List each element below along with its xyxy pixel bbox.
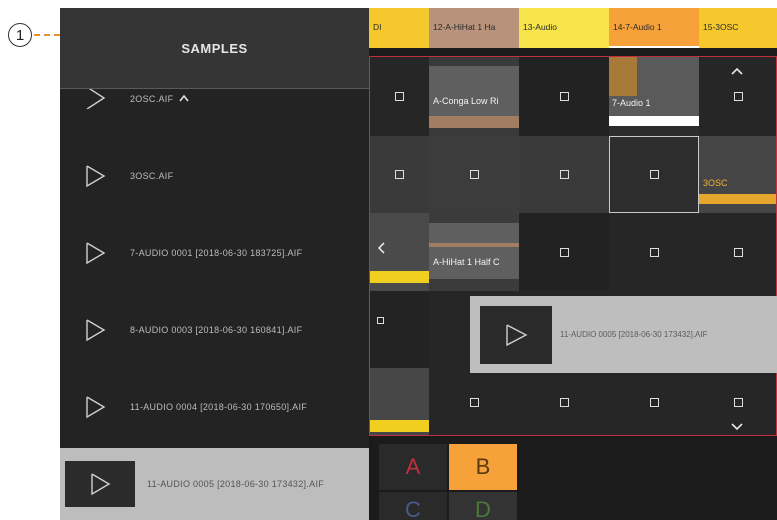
scene-button-a[interactable]: A [379,444,447,490]
track-header[interactable]: DI [369,8,429,48]
sample-label: 2OSC.AIF [130,94,174,104]
sample-item[interactable]: 8-AUDIO 0003 [2018-06-30 160841].AIF [60,300,369,360]
sample-item-selected[interactable]: 11-AUDIO 0005 [2018-06-30 173432].AIF [60,448,369,520]
sample-item[interactable]: 3OSC.AIF [60,146,369,206]
track-header[interactable]: 15-3OSC [699,8,777,48]
play-icon[interactable] [65,461,135,507]
samples-panel: SAMPLES 2OSC.AIF 3OSC.AIF 7-AUDIO 0001 [… [60,8,369,520]
sample-label: 7-AUDIO 0001 [2018-06-30 183725].AIF [130,248,303,258]
track-header[interactable]: 13-Audio [519,8,609,48]
drag-sample-label: 11-AUDIO 0005 [2018-06-30 173432].AIF [560,330,708,339]
sample-label: 3OSC.AIF [130,171,174,181]
sample-label: 8-AUDIO 0003 [2018-06-30 160841].AIF [130,325,303,335]
scene-button-b[interactable]: B [449,444,517,490]
callout-number: 1 [8,23,32,47]
sample-item[interactable]: 11-AUDIO 0004 [2018-06-30 170650].AIF [60,377,369,437]
chevron-up-icon[interactable] [179,94,190,104]
session-grid: DI 12-A-HiHat 1 Ha 13-Audio 14-7-Audio 1… [369,8,777,520]
sample-item[interactable]: 2OSC.AIF [60,89,369,109]
sample-label: 11-AUDIO 0004 [2018-06-30 170650].AIF [130,402,308,412]
scene-button-d[interactable]: D [449,492,517,520]
track-header[interactable]: 14-7-Audio 1 [609,8,699,48]
callout-leader-line [34,34,60,36]
play-icon[interactable] [480,306,552,364]
focus-frame [369,56,777,436]
scene-button-c[interactable]: C [379,492,447,520]
play-icon[interactable] [60,300,130,360]
samples-header: SAMPLES [60,8,369,88]
play-icon[interactable] [60,89,130,109]
play-icon[interactable] [60,146,130,206]
track-selected-indicator [609,46,699,48]
play-icon[interactable] [60,377,130,437]
sample-item[interactable]: 7-AUDIO 0001 [2018-06-30 183725].AIF [60,223,369,283]
track-header[interactable]: 12-A-HiHat 1 Ha [429,8,519,48]
play-icon[interactable] [60,223,130,283]
sample-label: 11-AUDIO 0005 [2018-06-30 173432].AIF [147,479,325,489]
